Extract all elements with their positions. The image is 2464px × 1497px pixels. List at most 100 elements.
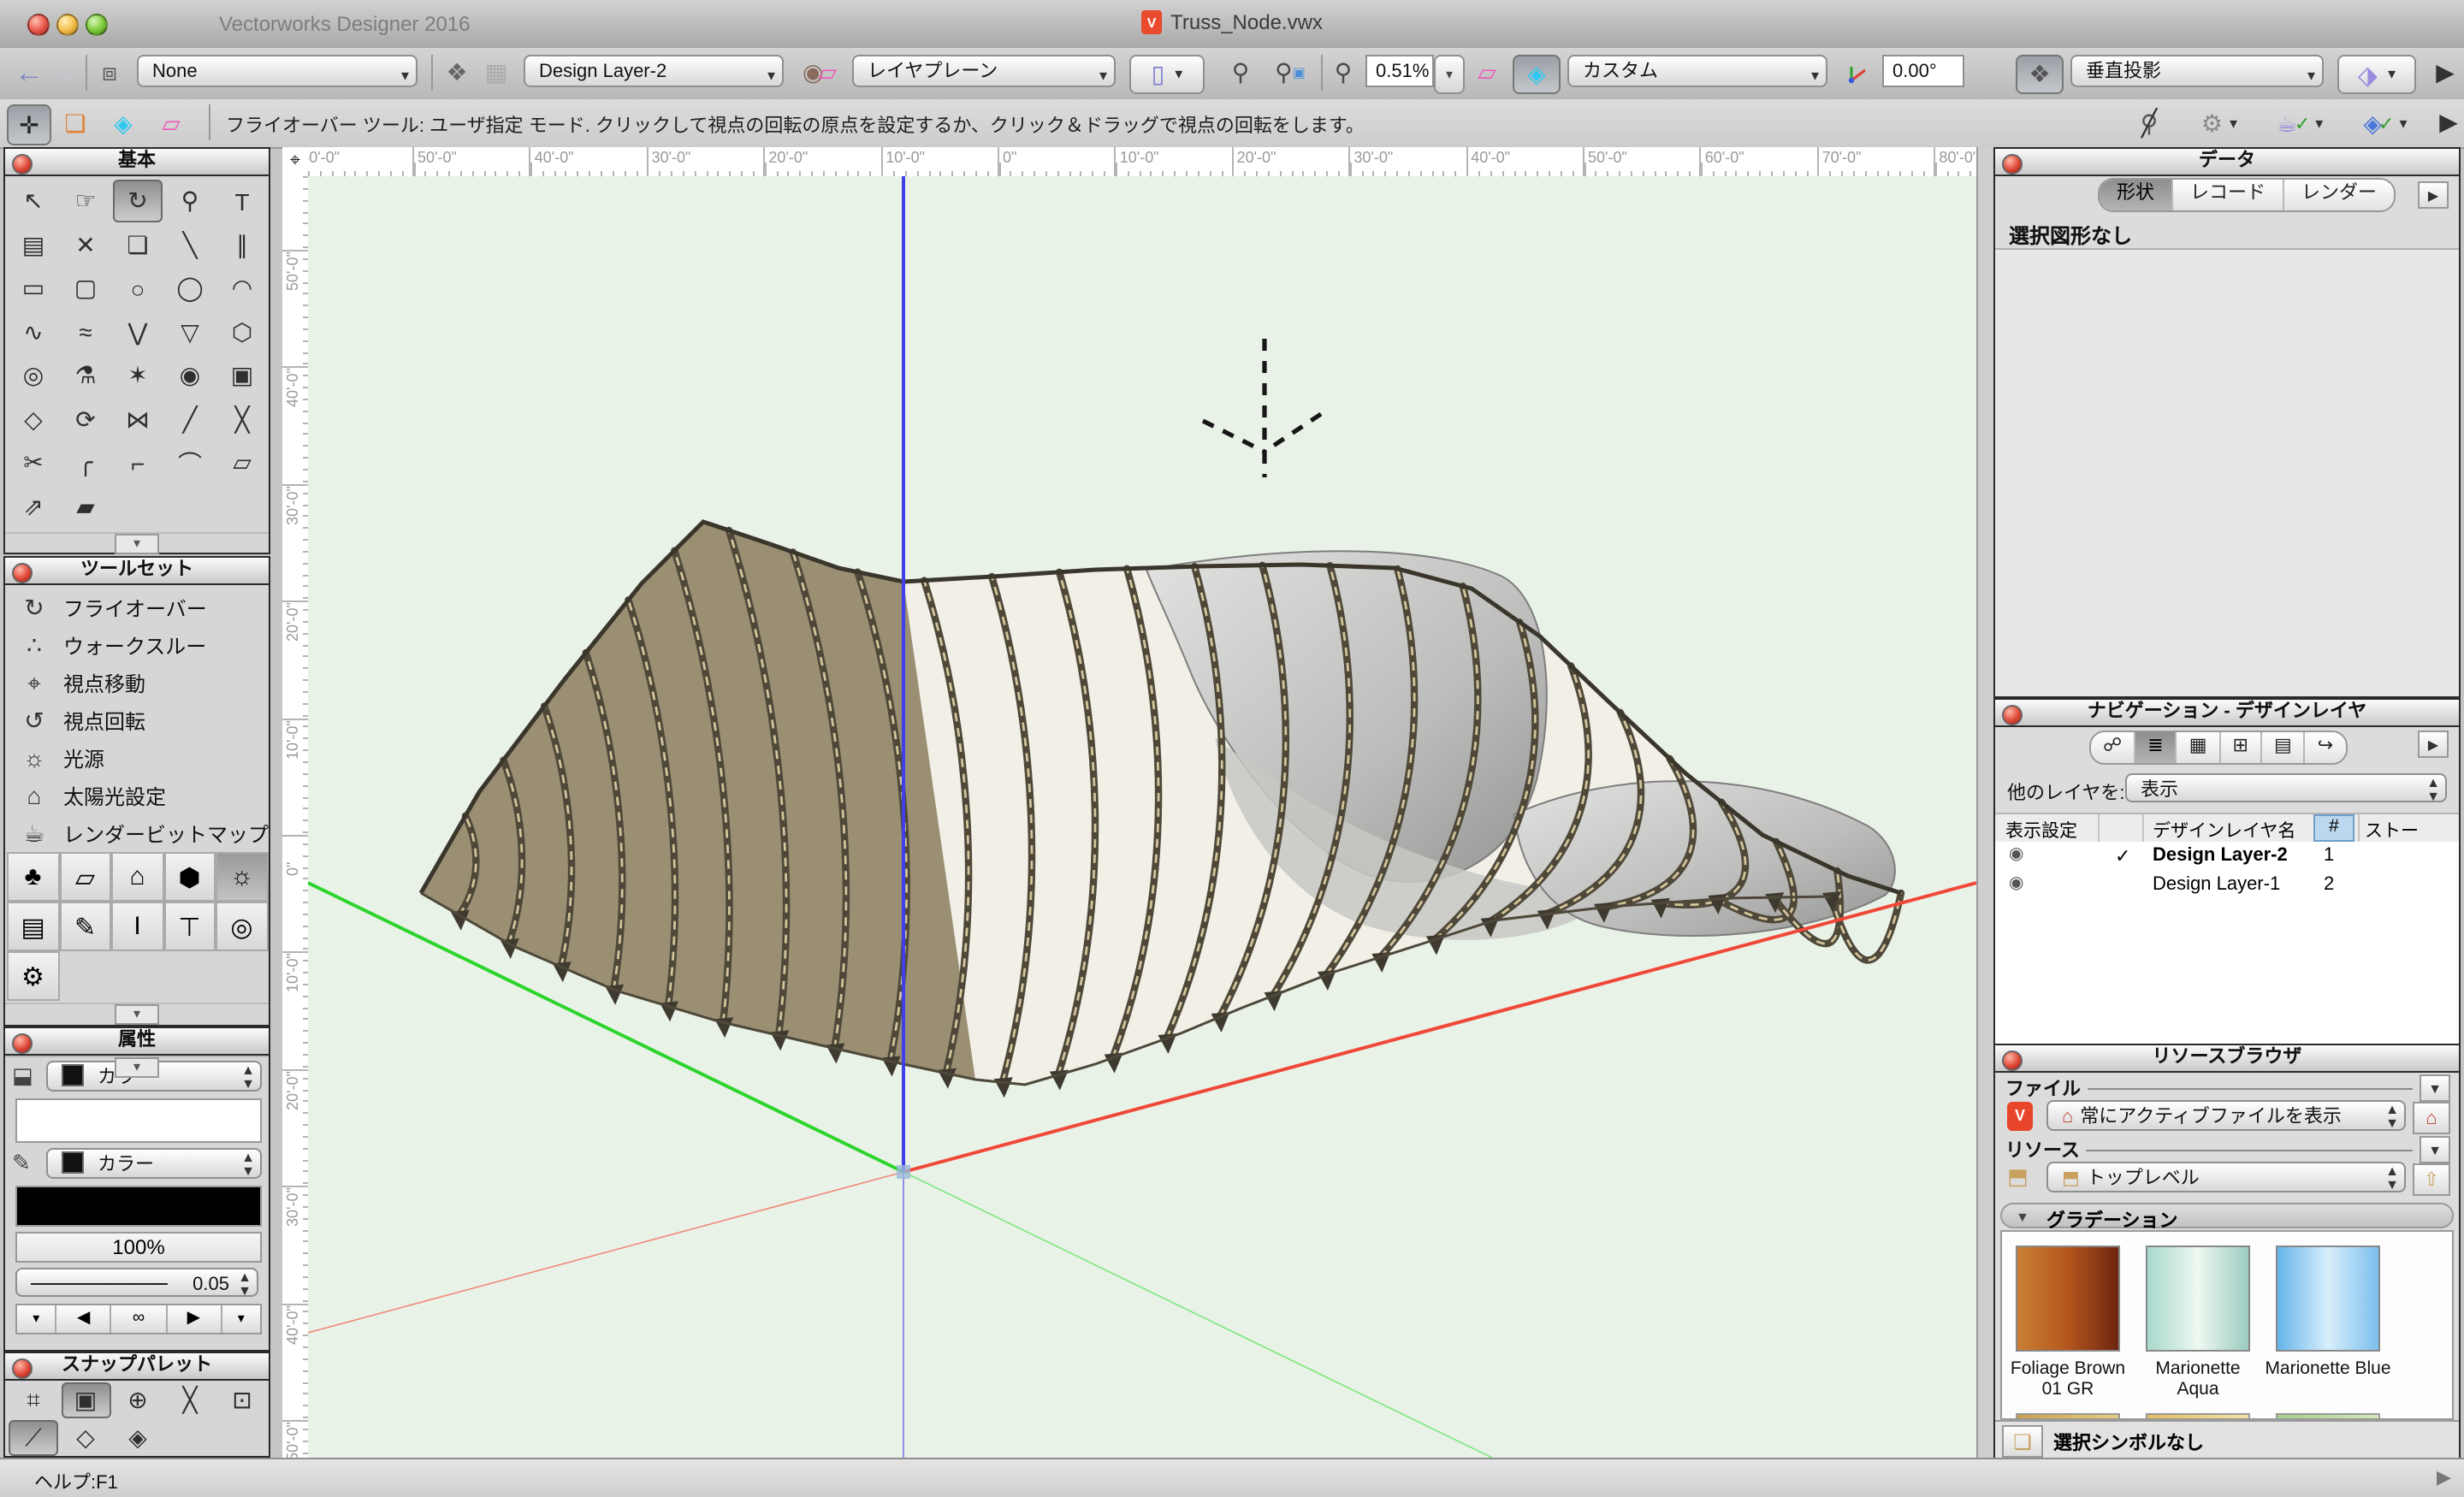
furniture-tools-icon[interactable]: ▤ (7, 902, 59, 951)
pen-style-dropdown[interactable]: カラー▲▼ (46, 1148, 262, 1179)
layers-icon[interactable]: ❖ (440, 55, 474, 91)
symbol-icon-button[interactable]: ❏ (2002, 1425, 2043, 1458)
building-tools-icon[interactable]: ⌂ (111, 852, 163, 902)
intersect-tool-icon[interactable]: ╳ (217, 398, 267, 441)
palette-collapse-button[interactable]: ▾ (5, 1003, 269, 1025)
select-similar-tool-icon[interactable]: ▣ (217, 354, 267, 397)
attr-next-button[interactable]: ▶ (167, 1305, 222, 1333)
chamfer-tool-icon[interactable]: ⌐ (113, 441, 163, 484)
design-layers-tab-icon[interactable]: ≣ (2135, 732, 2177, 763)
grid-snap-icon[interactable]: ⌗ (9, 1382, 58, 1418)
close-palette-button[interactable] (12, 1358, 33, 1378)
delete-vertex-tool-icon[interactable]: ✕ (61, 223, 110, 266)
sheet-layers-tab-icon[interactable]: ▤ (2262, 732, 2306, 763)
drawing-area[interactable] (308, 176, 1976, 1458)
saved-views-tab-icon[interactable]: ☍ (2091, 732, 2135, 763)
piping-tools-icon[interactable]: ⊤ (163, 902, 216, 951)
structural-tools-icon[interactable]: I (111, 902, 163, 951)
active-layer-dropdown[interactable]: Design Layer-2▾ (524, 55, 784, 87)
pen-preview[interactable] (15, 1186, 262, 1227)
close-palette-button[interactable] (2002, 153, 2023, 174)
text-tool-icon[interactable]: T (217, 180, 267, 222)
references-tab-icon[interactable]: ↪ (2306, 732, 2345, 763)
double-polygon-tool-icon[interactable]: ▽ (165, 311, 215, 353)
flyover-item[interactable]: ↻フライオーバー (5, 589, 269, 626)
tab-レンダー[interactable]: レンダー (2284, 180, 2394, 210)
classes-tab-icon[interactable]: ▦ (2177, 732, 2221, 763)
home-button[interactable]: ⌂ (2413, 1102, 2450, 1134)
back-icon[interactable]: ← (14, 55, 44, 91)
minimize-window-button[interactable] (56, 14, 79, 36)
offset-tool-icon[interactable]: ⌒ (165, 441, 215, 484)
gradient-swatch-partial[interactable] (2276, 1413, 2380, 1420)
zoom-tool-icon[interactable]: ⚲ (165, 180, 215, 222)
gradient-swatch[interactable] (2276, 1246, 2380, 1352)
magic-wand-tool-icon[interactable]: ✶ (113, 354, 163, 397)
extrude-tool-icon[interactable]: ❏ (113, 223, 163, 266)
number-column-header[interactable]: # (2313, 814, 2354, 842)
smart-edge-snap-icon[interactable]: ◇ (61, 1420, 110, 1456)
solids-tools-icon[interactable]: ⬢ (163, 852, 216, 902)
close-palette-button[interactable] (12, 562, 33, 583)
viewport-scrollbar[interactable] (1976, 147, 1995, 1458)
knife-tool-icon[interactable]: ╱ (165, 398, 215, 441)
callout-tool-icon[interactable]: ▤ (9, 223, 58, 266)
fit-objects-icon[interactable]: ⚲▣ (1270, 55, 1311, 91)
attr-link-button[interactable]: ∞ (112, 1305, 167, 1333)
rectangle-tool-icon[interactable]: ▭ (9, 267, 58, 310)
gradient-swatch[interactable] (2016, 1246, 2120, 1352)
rotate-tool-icon[interactable]: ⟳ (61, 398, 110, 441)
toolbar-overflow-icon[interactable]: ▶ (2433, 55, 2457, 91)
attr-prev-button[interactable]: ◀ (57, 1305, 112, 1333)
clip-tool-icon[interactable]: ✂ (9, 441, 58, 484)
folder-up-button[interactable]: ⇧ (2413, 1163, 2450, 1196)
render-bitmap-item[interactable]: ☕レンダービットマップ (5, 814, 269, 852)
view-preset-dropdown[interactable]: カスタム▾ (1567, 55, 1827, 87)
flyover-tool-icon[interactable]: ↻ (113, 180, 163, 222)
selection-tool-icon[interactable]: ↖ (9, 180, 58, 222)
spiral-tool-icon[interactable]: ◎ (9, 354, 58, 397)
distance-snap-icon[interactable]: ⟋ (9, 1420, 58, 1456)
visibility-tool-icon[interactable]: ◉ (165, 354, 215, 397)
attribute-mapping-tool-icon[interactable]: ◇ (9, 398, 58, 441)
flyover-mode-plane-button[interactable]: ◈ (103, 104, 144, 142)
layer-row[interactable]: ◉Design Layer-12 (1995, 871, 2459, 900)
resources-menu-button[interactable]: ▼ (2420, 1136, 2450, 1163)
layer-visibility-eye-icon[interactable]: ◉ (2009, 874, 2023, 893)
flyover-mode-origin-button[interactable]: ✛ (7, 104, 51, 145)
close-window-button[interactable] (27, 14, 50, 36)
close-palette-button[interactable] (12, 1033, 33, 1053)
zoom-icon[interactable]: ⚲ (1328, 55, 1359, 91)
render-settings-button[interactable]: ⚙▾ (2190, 104, 2248, 142)
snap-disable-icon[interactable]: ⚲╱ (2129, 104, 2170, 142)
mirror-tool-icon[interactable]: ⋈ (113, 398, 163, 441)
polyline-tool-icon[interactable]: ⋁ (113, 311, 163, 353)
classes-icon[interactable]: ▦ (479, 55, 513, 91)
plane-mode-dropdown[interactable]: レイヤプレーン▾ (852, 55, 1116, 87)
dims-notes-tools-icon[interactable]: ✎ (59, 902, 111, 951)
curve-tool-icon[interactable]: ≈ (61, 311, 110, 353)
edge-snap-icon[interactable]: ⊡ (217, 1382, 267, 1418)
projection-dropdown[interactable]: 垂直投影▾ (2070, 55, 2324, 87)
connect-combine-tool-icon[interactable]: ▰ (61, 485, 110, 528)
files-menu-button[interactable]: ▼ (2420, 1074, 2450, 1102)
close-palette-button[interactable] (2002, 704, 2023, 725)
working-plane-icon[interactable]: ▱ (1468, 55, 1506, 91)
close-palette-button[interactable] (12, 153, 33, 174)
view-mode-button[interactable]: ◈✓▾ (2351, 104, 2420, 142)
rotation-angle-field[interactable]: 0.00° (1882, 55, 1964, 87)
light-item[interactable]: ☼光源 (5, 739, 269, 777)
double-line-tool-icon[interactable]: ∥ (217, 223, 267, 266)
line-weight-control[interactable]: 0.05▲▼ (15, 1268, 258, 1297)
walkthrough-mode-button[interactable]: ⬗▾ (2337, 55, 2416, 94)
forward-icon[interactable]: → (48, 55, 79, 91)
layer-visibility-eye-icon[interactable]: ◉ (2009, 845, 2023, 864)
arc-tool-icon[interactable]: ◠ (217, 267, 267, 310)
working-plane-snap-icon[interactable]: ◈ (113, 1420, 163, 1456)
gradient-swatch-partial[interactable] (2016, 1413, 2120, 1420)
modebar-overflow-icon[interactable]: ▶ (2437, 104, 2461, 140)
panel-overflow-button[interactable]: ▶ (2418, 181, 2449, 209)
tab-形状[interactable]: 形状 (2100, 180, 2173, 210)
ellipse-tool-icon[interactable]: ◯ (165, 267, 215, 310)
fastener-tools-icon[interactable]: ◎ (216, 902, 268, 951)
